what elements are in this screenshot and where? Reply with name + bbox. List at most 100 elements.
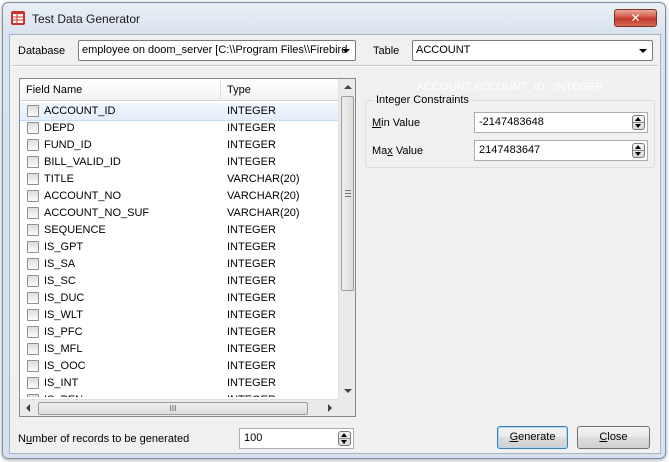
horizontal-scroll-thumb[interactable]: III [38, 402, 308, 415]
checkbox[interactable] [27, 377, 39, 389]
table-row[interactable]: IS_SA INTEGER [20, 256, 338, 273]
checkbox[interactable] [27, 309, 39, 321]
table-row[interactable]: DEPD INTEGER [20, 120, 338, 137]
field-type-cell: INTEGER [227, 241, 276, 253]
checkbox[interactable] [27, 394, 39, 397]
table-row[interactable]: ACCOUNT_NO VARCHAR(20) [20, 188, 338, 205]
field-type-cell: INTEGER [227, 105, 276, 117]
table-combo[interactable]: ACCOUNT [412, 40, 653, 61]
table-label: Table [373, 45, 400, 57]
horizontal-scrollbar[interactable]: III [20, 399, 338, 416]
table-row[interactable]: IS_OOC INTEGER [20, 358, 338, 375]
column-header-type[interactable]: Type [227, 84, 251, 96]
max-value-label: Max Value [372, 145, 424, 157]
test-data-generator-window: Test Data Generator ✕ Database employee … [2, 2, 666, 459]
min-value-text: -2147483648 [479, 116, 544, 128]
checkbox[interactable] [27, 207, 39, 219]
column-divider[interactable] [220, 81, 221, 99]
table-row[interactable]: IS_WLT INTEGER [20, 307, 338, 324]
table-row[interactable]: SEQUENCE INTEGER [20, 222, 338, 239]
checkbox[interactable] [27, 292, 39, 304]
field-type-cell: INTEGER [227, 292, 276, 304]
field-name-cell: IS_SA [44, 258, 76, 270]
records-count-label: Number of records to be generated [18, 433, 190, 445]
checkbox[interactable] [27, 241, 39, 253]
window-title: Test Data Generator [32, 12, 141, 26]
column-header-field-name[interactable]: Field Name [26, 84, 82, 96]
window-close-button[interactable]: ✕ [614, 9, 657, 27]
table-row[interactable]: ACCOUNT_NO_SUF VARCHAR(20) [20, 205, 338, 222]
field-name-cell: IS_OOC [44, 360, 86, 372]
checkbox[interactable] [27, 122, 39, 134]
checkbox[interactable] [27, 360, 39, 372]
vertical-scrollbar[interactable] [338, 79, 355, 399]
checkbox[interactable] [27, 343, 39, 355]
field-name-cell: FUND_ID [44, 139, 92, 151]
title-bar[interactable]: Test Data Generator ✕ [3, 3, 665, 33]
dialog-client-area: Database employee on doom_server [C:\\Pr… [9, 34, 661, 454]
max-value-spinner[interactable]: 2147483647 [474, 140, 648, 161]
scroll-down-arrow-icon[interactable] [344, 389, 352, 393]
scrollbar-corner [338, 399, 355, 416]
field-type-cell: INTEGER [227, 275, 276, 287]
database-combo[interactable]: employee on doom_server [C:\\Program Fil… [78, 40, 356, 61]
scroll-right-arrow-icon[interactable] [328, 404, 332, 412]
field-name-cell: ACCOUNT_NO [44, 190, 122, 202]
toolbar-divider [12, 65, 658, 67]
group-title: Integer Constraints [373, 94, 472, 106]
field-name-cell: IS_GPT [44, 241, 84, 253]
spin-updown-icon[interactable] [338, 431, 351, 446]
min-value-spinner[interactable]: -2147483648 [474, 112, 648, 133]
field-name-cell: IS_WLT [44, 309, 83, 321]
field-name-cell: DEPD [44, 122, 75, 134]
scroll-left-arrow-icon[interactable] [26, 404, 30, 412]
generate-button[interactable]: Generate [497, 426, 568, 449]
spin-updown-icon[interactable] [632, 143, 645, 158]
spin-updown-icon[interactable] [632, 115, 645, 130]
field-name-cell: ACCOUNT_NO_SUF [44, 207, 150, 219]
records-count-text: 100 [244, 432, 263, 444]
chevron-down-icon [639, 49, 647, 53]
selected-field-caption: ACCOUNT.ACCOUNT_ID - INTEGER [416, 81, 604, 93]
table-row[interactable]: BILL_VALID_ID INTEGER [20, 154, 338, 171]
checkbox[interactable] [27, 173, 39, 185]
field-type-cell: INTEGER [227, 360, 276, 372]
field-type-cell: INTEGER [227, 394, 276, 397]
vertical-scroll-thumb[interactable] [341, 96, 354, 291]
checkbox[interactable] [27, 139, 39, 151]
table-row[interactable]: IS_DUC INTEGER [20, 290, 338, 307]
field-type-cell: INTEGER [227, 122, 276, 134]
checkbox[interactable] [27, 275, 39, 287]
checkbox[interactable] [27, 156, 39, 168]
checkbox[interactable] [27, 190, 39, 202]
table-row[interactable]: IS_SC INTEGER [20, 273, 338, 290]
table-row[interactable]: IS_INT INTEGER [20, 375, 338, 392]
table-row[interactable]: TITLE VARCHAR(20) [20, 171, 338, 188]
field-type-cell: INTEGER [227, 224, 276, 236]
table-row[interactable]: FUND_ID INTEGER [20, 137, 338, 154]
fields-list[interactable]: Field Name Type ACCOUNT_ID INTEGER DEPD INT… [19, 78, 356, 417]
records-count-spinner[interactable]: 100 [239, 428, 354, 449]
field-type-cell: INTEGER [227, 139, 276, 151]
table-row[interactable]: ACCOUNT_ID INTEGER [20, 103, 338, 121]
checkbox[interactable] [27, 258, 39, 270]
field-name-cell: IS_PEN [44, 394, 83, 397]
field-type-cell: VARCHAR(20) [227, 173, 300, 185]
field-name-cell: IS_PFC [44, 326, 83, 338]
max-value-text: 2147483647 [479, 144, 541, 156]
field-type-cell: VARCHAR(20) [227, 190, 300, 202]
table-row[interactable]: IS_MFL INTEGER [20, 341, 338, 358]
close-button[interactable]: Close [577, 426, 650, 449]
field-type-cell: INTEGER [227, 156, 276, 168]
checkbox[interactable] [27, 105, 39, 117]
checkbox[interactable] [27, 326, 39, 338]
table-row[interactable]: IS_GPT INTEGER [20, 239, 338, 256]
table-row[interactable]: IS_PEN INTEGER [20, 392, 338, 397]
field-name-cell: IS_SC [44, 275, 76, 287]
checkbox[interactable] [27, 224, 39, 236]
field-name-cell: SEQUENCE [44, 224, 106, 236]
field-type-cell: INTEGER [227, 258, 276, 270]
field-name-cell: IS_DUC [44, 292, 85, 304]
scroll-up-arrow-icon[interactable] [344, 85, 352, 89]
table-row[interactable]: IS_PFC INTEGER [20, 324, 338, 341]
